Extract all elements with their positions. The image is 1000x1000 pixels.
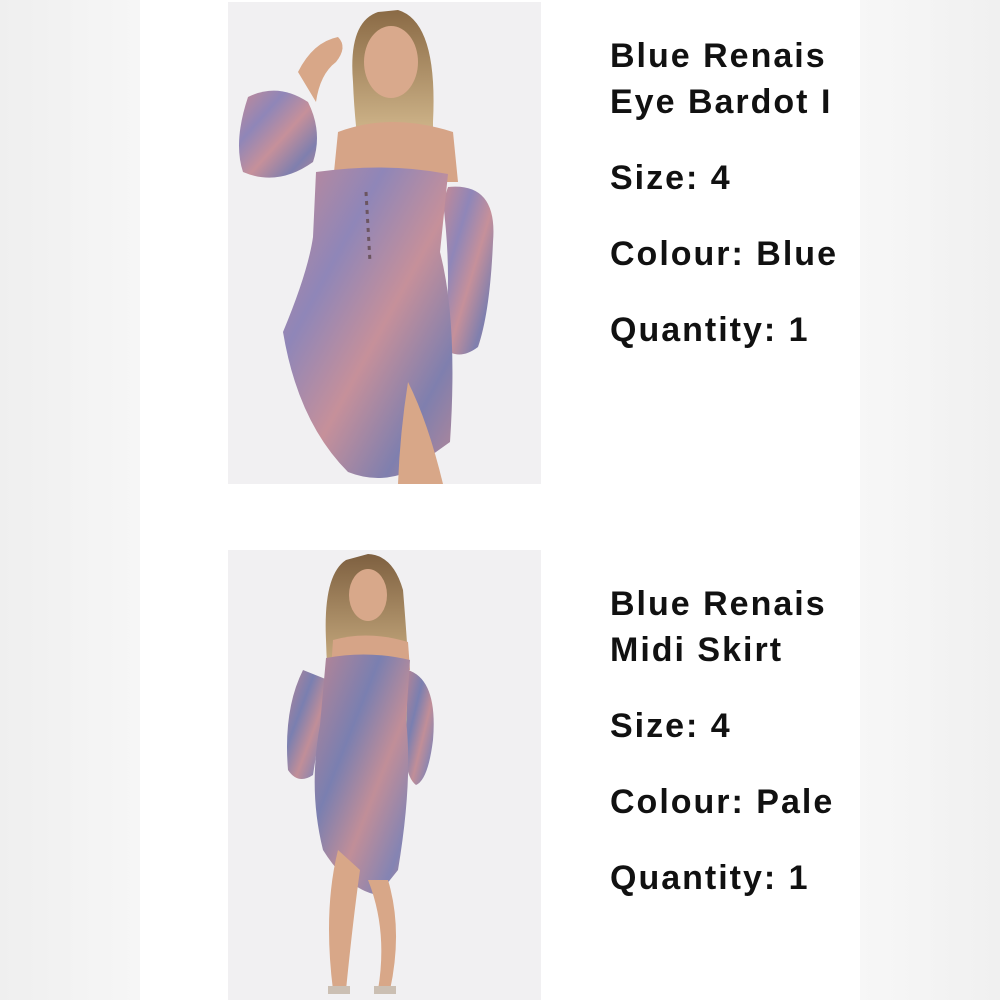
- screenshot-canvas: Blue Renais Eye Bardot I Size: 4 Colour:…: [0, 0, 1000, 1000]
- product-title-line-2[interactable]: Eye Bardot I: [610, 79, 860, 125]
- product-image[interactable]: [228, 2, 541, 484]
- order-item[interactable]: Blue Renais Midi Skirt Size: 4 Colour: P…: [140, 548, 860, 1000]
- product-details: Blue Renais Eye Bardot I Size: 4 Colour:…: [610, 33, 860, 353]
- product-photo-skirt-icon: [228, 550, 541, 1000]
- product-photo-dress-icon: [228, 2, 541, 484]
- product-details: Blue Renais Midi Skirt Size: 4 Colour: P…: [610, 581, 860, 901]
- order-items-panel: Blue Renais Eye Bardot I Size: 4 Colour:…: [140, 0, 860, 1000]
- order-item[interactable]: Blue Renais Eye Bardot I Size: 4 Colour:…: [140, 0, 860, 490]
- product-image[interactable]: [228, 550, 541, 1000]
- product-title-line-2[interactable]: Midi Skirt: [610, 627, 860, 673]
- product-title-line-1[interactable]: Blue Renais: [610, 33, 860, 79]
- product-size: Size: 4: [610, 707, 732, 745]
- product-colour: Colour: Blue: [610, 235, 838, 273]
- product-title-line-1[interactable]: Blue Renais: [610, 581, 860, 627]
- product-quantity: Quantity: 1: [610, 859, 810, 897]
- product-colour: Colour: Pale: [610, 783, 835, 821]
- product-quantity: Quantity: 1: [610, 311, 810, 349]
- product-size: Size: 4: [610, 159, 732, 197]
